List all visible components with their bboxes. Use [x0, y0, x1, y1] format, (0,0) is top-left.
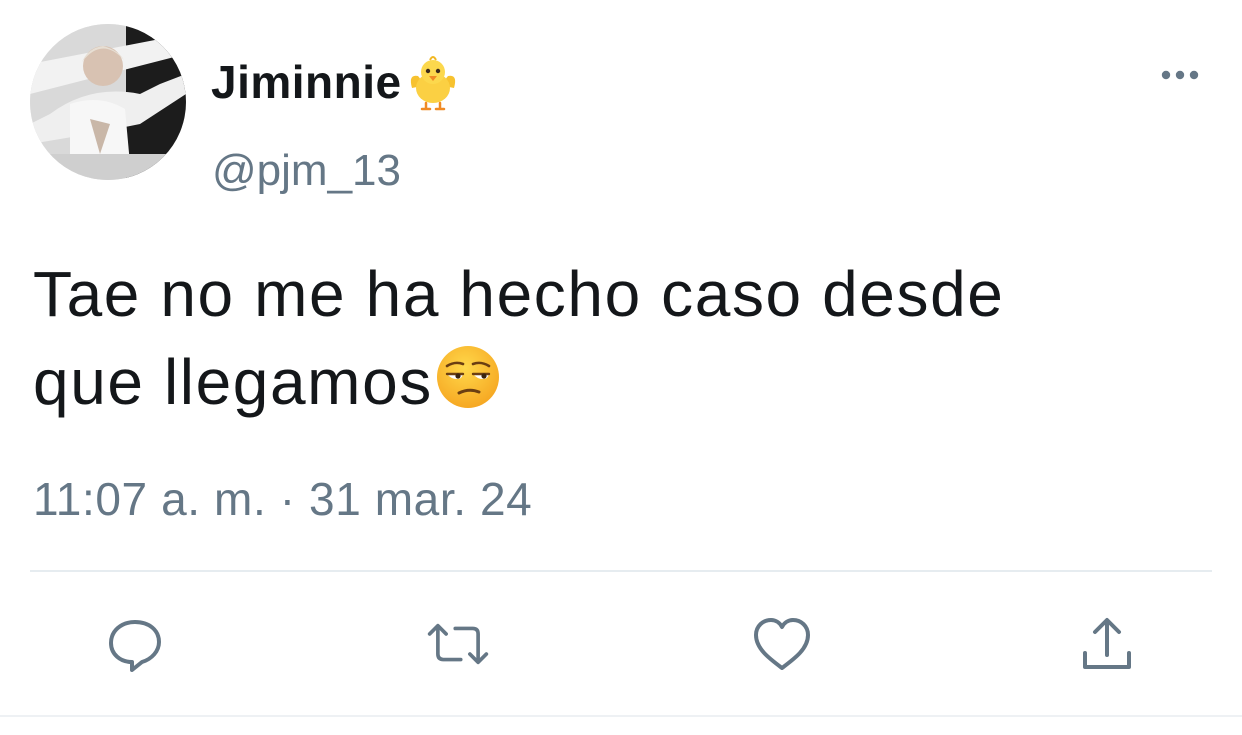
- unamused-face-icon: [435, 344, 501, 410]
- tweet-actions: [0, 612, 1242, 676]
- display-name[interactable]: Jiminnie: [211, 55, 402, 109]
- retweet-icon: [427, 623, 489, 665]
- tweet-text-line-2: que llegamos: [33, 338, 1213, 426]
- chick-icon: [404, 54, 462, 112]
- like-icon: [754, 618, 810, 670]
- more-dots-icon: [1161, 70, 1199, 80]
- tweet-text-line-1: Tae no me ha hecho caso desde: [33, 258, 1005, 330]
- tweet-date: 31 mar. 24: [309, 473, 533, 525]
- tweet-text-line-2-text: que llegamos: [33, 346, 433, 418]
- reply-icon: [109, 620, 161, 672]
- tweet-time: 11:07 a. m.: [33, 473, 267, 525]
- user-handle[interactable]: @pjm_13: [212, 146, 401, 196]
- bottom-divider: [0, 715, 1242, 717]
- share-icon: [1083, 618, 1131, 669]
- retweet-button[interactable]: [426, 612, 490, 676]
- divider: [30, 570, 1212, 572]
- reply-button[interactable]: [103, 612, 167, 676]
- timestamp-separator: ·: [266, 473, 310, 525]
- avatar[interactable]: [30, 24, 186, 180]
- share-button[interactable]: [1075, 612, 1139, 676]
- timestamp[interactable]: 11:07 a. m. · 31 mar. 24: [33, 472, 532, 526]
- tweet-text: Tae no me ha hecho caso desde que llegam…: [33, 250, 1213, 426]
- like-button[interactable]: [750, 612, 814, 676]
- more-options-button[interactable]: [1155, 60, 1205, 90]
- display-name-row[interactable]: Jiminnie: [211, 50, 462, 114]
